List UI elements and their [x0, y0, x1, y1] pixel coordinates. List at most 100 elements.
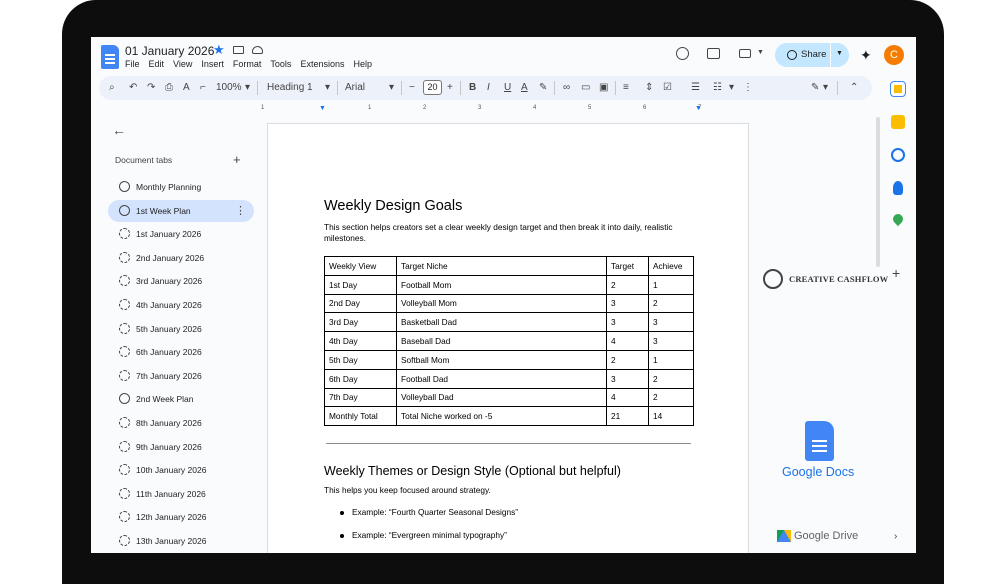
sidebar-tab-item[interactable]: 7th January 2026 — [108, 365, 254, 387]
table-cell[interactable]: 3 — [606, 293, 649, 314]
indent-marker-icon[interactable]: ▼ — [695, 105, 702, 112]
hide-menus-icon[interactable]: ⌃ — [850, 82, 858, 94]
sidebar-tab-item[interactable]: 10th January 2026 — [108, 459, 254, 481]
maps-icon[interactable] — [890, 211, 906, 227]
gemini-sparkle-icon[interactable]: ✦ — [860, 47, 872, 64]
chevron-right-icon[interactable]: › — [894, 531, 897, 542]
table-cell[interactable]: 5th Day — [324, 349, 397, 370]
document-page[interactable]: Weekly Design Goals This section helps c… — [267, 123, 749, 553]
table-cell[interactable]: Basketball Dad — [396, 312, 607, 333]
search-menus-icon[interactable]: ⌕ — [109, 82, 115, 94]
table-cell[interactable]: 2 — [648, 293, 694, 314]
list-item[interactable]: Example: “Evergreen minimal typography” — [352, 530, 507, 540]
table-cell[interactable]: 1st Day — [324, 274, 397, 295]
table-cell[interactable]: 6th Day — [324, 368, 397, 389]
bold-icon[interactable]: B — [469, 82, 476, 94]
table-cell[interactable]: 2 — [648, 387, 694, 408]
table-cell[interactable]: Football Dad — [396, 368, 607, 389]
chevron-down-icon[interactable]: ▾ — [823, 82, 828, 94]
table-cell[interactable]: Volleyball Mom — [396, 293, 607, 314]
meet-icon[interactable] — [739, 49, 751, 58]
cloud-status-icon[interactable] — [252, 46, 263, 54]
sidebar-tab-item[interactable]: 4th January 2026 — [108, 294, 254, 316]
menu-help[interactable]: Help — [353, 59, 372, 69]
sidebar-tab-item[interactable]: 5th January 2026 — [108, 318, 254, 340]
star-icon[interactable]: ★ — [213, 42, 225, 58]
table-header-cell[interactable]: Achieve — [648, 256, 694, 276]
italic-icon[interactable]: I — [487, 82, 490, 94]
page-heading[interactable]: Weekly Design Goals — [324, 198, 462, 214]
menu-insert[interactable]: Insert — [201, 59, 224, 69]
sidebar-tab-item[interactable]: 2nd Week Plan — [108, 388, 254, 410]
decrease-font-icon[interactable]: − — [409, 82, 415, 94]
table-cell[interactable]: 2 — [648, 368, 694, 389]
table-cell[interactable]: 4 — [606, 387, 649, 408]
move-folder-icon[interactable] — [233, 46, 244, 54]
tasks-icon[interactable] — [891, 148, 905, 162]
table-cell[interactable]: 3rd Day — [324, 312, 397, 333]
table-cell[interactable]: Softball Mom — [396, 349, 607, 370]
contacts-icon[interactable] — [893, 181, 903, 195]
intro-paragraph[interactable]: This section helps creators set a clear … — [324, 222, 694, 244]
add-comment-icon[interactable]: ▭ — [581, 82, 590, 94]
table-header-cell[interactable]: Weekly View — [324, 256, 397, 276]
back-arrow-icon[interactable]: ← — [112, 122, 126, 138]
table-cell[interactable]: Baseball Dad — [396, 331, 607, 351]
menu-format[interactable]: Format — [233, 59, 262, 69]
table-cell[interactable]: 4th Day — [324, 331, 397, 351]
line-spacing-icon[interactable]: ⇕ — [645, 82, 653, 94]
table-cell[interactable]: 3 — [606, 368, 649, 389]
table-cell[interactable]: 7th Day — [324, 387, 397, 408]
more-options-icon[interactable]: ⋮ — [235, 204, 246, 217]
insert-image-icon[interactable]: ▣ — [599, 82, 608, 94]
table-cell[interactable]: 2 — [606, 349, 649, 370]
align-icon[interactable]: ≡ — [623, 82, 629, 94]
horizontal-ruler[interactable]: 1 1 2 3 4 5 6 7 — [261, 105, 743, 115]
version-history-icon[interactable] — [676, 47, 689, 60]
text-color-icon[interactable]: A — [521, 82, 528, 94]
print-icon[interactable]: ⎙ — [165, 82, 173, 94]
calendar-icon[interactable] — [890, 81, 906, 97]
increase-font-icon[interactable]: + — [447, 82, 453, 94]
table-cell[interactable]: 2 — [606, 274, 649, 295]
section-paragraph[interactable]: This helps you keep focused around strat… — [324, 485, 491, 495]
section-heading[interactable]: Weekly Themes or Design Style (Optional … — [324, 464, 621, 478]
table-header-cell[interactable]: Target — [606, 256, 649, 276]
table-cell[interactable]: 4 — [606, 331, 649, 351]
insert-link-icon[interactable]: ∞ — [563, 82, 570, 94]
table-cell[interactable]: 14 — [648, 406, 694, 427]
chevron-down-icon[interactable]: ▼ — [757, 49, 764, 56]
menu-edit[interactable]: Edit — [149, 59, 165, 69]
sidebar-tab-item[interactable]: 13th January 2026 — [108, 530, 254, 552]
menu-view[interactable]: View — [173, 59, 192, 69]
sidebar-tab-item[interactable]: 8th January 2026 — [108, 412, 254, 434]
bullet-list-icon[interactable]: ☰ — [691, 82, 700, 94]
table-cell[interactable]: 1 — [648, 349, 694, 370]
menu-extensions[interactable]: Extensions — [300, 59, 344, 69]
checklist-icon[interactable]: ☑ — [663, 82, 672, 94]
list-item[interactable]: Example: “Fourth Quarter Seasonal Design… — [352, 507, 518, 517]
editing-mode-icon[interactable]: ✎ — [811, 82, 819, 94]
table-cell[interactable]: Volleyball Dad — [396, 387, 607, 408]
zoom-select[interactable]: 100% — [216, 82, 242, 94]
add-addon-icon[interactable]: + — [892, 265, 900, 281]
style-select[interactable]: Heading 1 — [267, 82, 313, 94]
table-cell[interactable]: 3 — [606, 312, 649, 333]
spellcheck-icon[interactable]: A — [183, 82, 190, 94]
chevron-down-icon[interactable]: ▾ — [325, 82, 330, 94]
chevron-down-icon[interactable]: ▾ — [245, 82, 250, 94]
menu-tools[interactable]: Tools — [270, 59, 291, 69]
more-options-icon[interactable]: ⋮ — [743, 82, 753, 94]
sidebar-tab-item[interactable]: 9th January 2026 — [108, 436, 254, 458]
sidebar-tab-item[interactable]: 6th January 2026 — [108, 341, 254, 363]
table-cell[interactable]: Monthly Total — [324, 406, 397, 427]
font-size-input[interactable]: 20 — [423, 80, 442, 95]
chevron-down-icon[interactable]: ▾ — [729, 82, 734, 94]
sidebar-tab-item[interactable]: 2nd January 2026 — [108, 247, 254, 269]
chevron-down-icon[interactable]: ▼ — [836, 50, 843, 57]
table-cell[interactable]: 21 — [606, 406, 649, 427]
sidebar-tab-item[interactable]: Monthly Planning — [108, 176, 254, 198]
table-cell[interactable]: Total Niche worked on -5 — [396, 406, 607, 427]
undo-icon[interactable]: ↶ — [129, 82, 137, 94]
keep-icon[interactable] — [891, 115, 905, 129]
